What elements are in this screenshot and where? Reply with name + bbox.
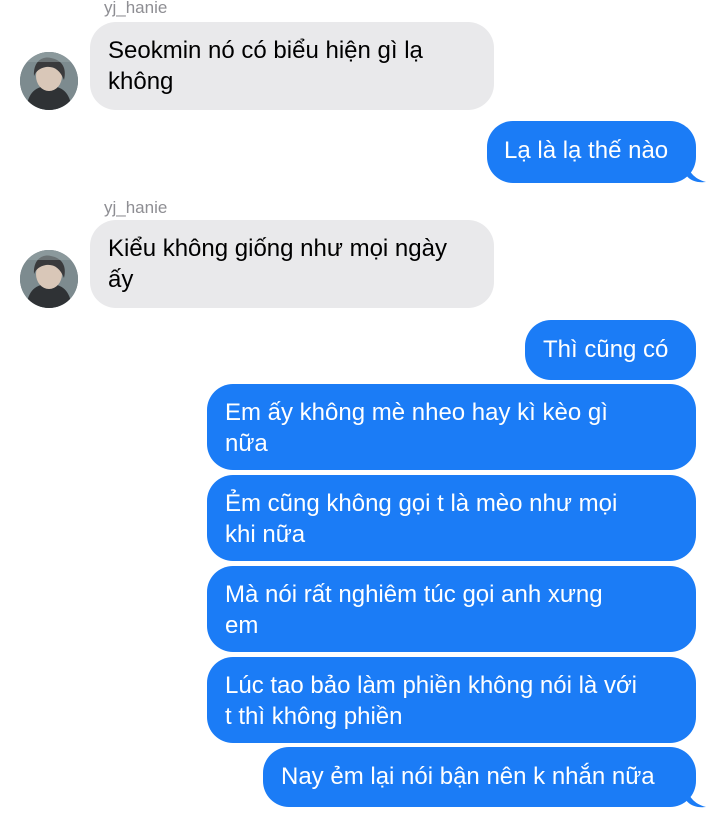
- outgoing-message-bubble[interactable]: Lạ là lạ thế nào: [487, 121, 696, 183]
- outgoing-message-bubble[interactable]: Thì cũng có: [525, 320, 696, 380]
- outgoing-message-bubble[interactable]: Em ấy không mè nheo hay kì kèo gì nữa: [207, 384, 696, 470]
- sender-name: yj_hanie: [104, 0, 168, 17]
- incoming-message-bubble[interactable]: Kiểu không giống như mọi ngày ấy: [90, 220, 494, 308]
- bubble-tail-icon: [686, 786, 706, 808]
- outgoing-message-bubble[interactable]: Ẻm cũng không gọi t là mèo như mọi khi n…: [207, 475, 696, 561]
- sender-name: yj_hanie: [104, 198, 168, 217]
- outgoing-message-bubble[interactable]: Mà nói rất nghiêm túc gọi anh xưng em: [207, 566, 696, 652]
- avatar[interactable]: [20, 52, 78, 110]
- outgoing-message-bubble[interactable]: Nay ẻm lại nói bận nên k nhắn nữa: [263, 747, 696, 807]
- incoming-message-bubble[interactable]: Seokmin nó có biểu hiện gì lạ không: [90, 22, 494, 110]
- bubble-tail-icon: [686, 161, 706, 183]
- avatar[interactable]: [20, 250, 78, 308]
- outgoing-message-bubble[interactable]: Lúc tao bảo làm phiền không nói là với t…: [207, 657, 696, 743]
